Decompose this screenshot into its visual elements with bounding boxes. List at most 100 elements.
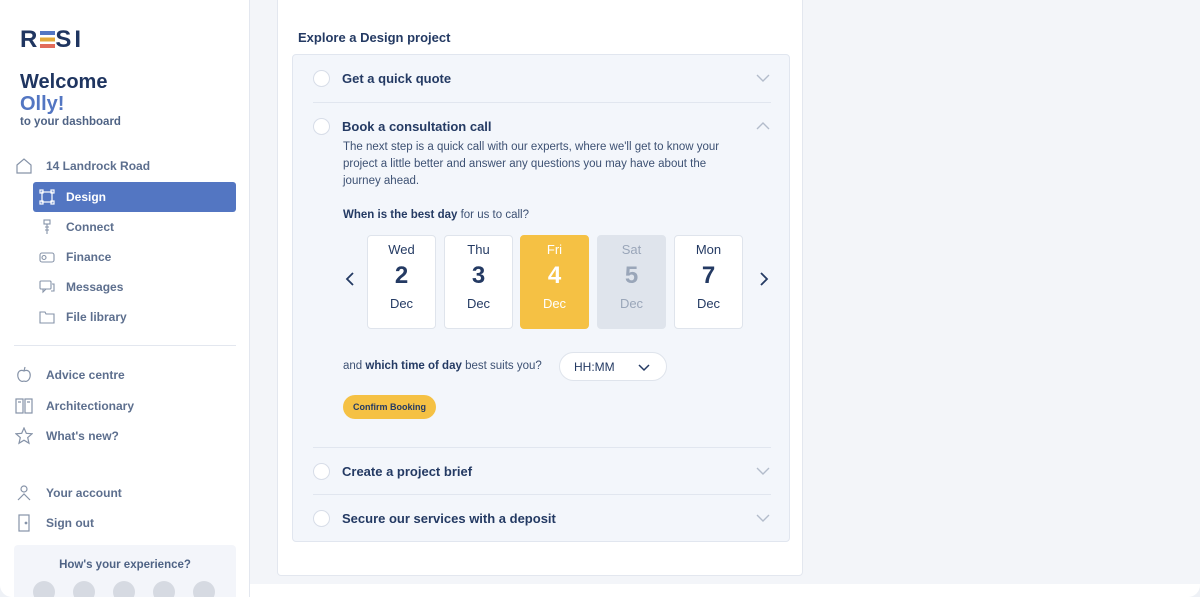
step-radio[interactable] bbox=[313, 509, 330, 527]
feedback-face-5-icon[interactable] bbox=[193, 581, 215, 597]
day-number: 2 bbox=[394, 262, 409, 289]
chevron-down-icon[interactable] bbox=[755, 463, 771, 479]
day-question-rest: for us to call? bbox=[457, 209, 529, 221]
person-icon bbox=[14, 483, 34, 503]
sidebar-item-label: Your account bbox=[46, 486, 122, 500]
step-label: Get a quick quote bbox=[342, 70, 452, 86]
card-title: Explore a Design project bbox=[298, 30, 451, 45]
day-option-thu-3[interactable]: Thu 3 Dec bbox=[444, 235, 513, 329]
chevron-right-icon[interactable] bbox=[755, 271, 771, 287]
sidebar-item-label: Sign out bbox=[46, 516, 94, 530]
sidebar: R SI Welcome Olly! to your dashboard 14 L… bbox=[0, 0, 250, 597]
experience-feedback: How's your experience? bbox=[14, 545, 236, 597]
day-option-sat-5: Sat 5 Dec bbox=[597, 235, 666, 329]
step-label: Secure our services with a deposit bbox=[342, 510, 556, 526]
logo-letter-s: S bbox=[55, 26, 75, 53]
day-month: Dec bbox=[696, 296, 721, 311]
welcome-subtitle: to your dashboard bbox=[20, 116, 121, 128]
day-number: 5 bbox=[624, 262, 639, 289]
confirm-booking-button[interactable]: Confirm Booking bbox=[343, 395, 436, 419]
feedback-face-4-icon[interactable] bbox=[153, 581, 175, 597]
day-of-week: Sat bbox=[621, 242, 642, 257]
step-create-project-brief[interactable]: Create a project brief bbox=[313, 448, 771, 494]
design-frame-icon bbox=[38, 188, 56, 206]
sidebar-item-connect[interactable]: Connect bbox=[33, 212, 236, 242]
chevron-down-icon[interactable] bbox=[755, 510, 771, 526]
resi-logo[interactable]: R SI bbox=[20, 26, 84, 54]
steps-accordion: Get a quick quote Book a consultation ca… bbox=[292, 54, 790, 542]
app-frame: R SI Welcome Olly! to your dashboard 14 L… bbox=[0, 0, 1200, 597]
sidebar-divider bbox=[14, 345, 236, 346]
sidebar-item-label: File library bbox=[66, 310, 127, 324]
feedback-face-3-icon[interactable] bbox=[113, 581, 135, 597]
bottom-panel-edge bbox=[250, 584, 1200, 597]
sidebar-item-label: Design bbox=[66, 190, 107, 204]
apple-icon bbox=[14, 365, 34, 385]
sidebar-item-label: Connect bbox=[66, 220, 114, 234]
day-option-wed-2[interactable]: Wed 2 Dec bbox=[367, 235, 436, 329]
sidebar-item-architectionary[interactable]: Architectionary bbox=[14, 392, 236, 420]
chevron-down-icon bbox=[638, 364, 650, 372]
day-month: Dec bbox=[619, 296, 644, 311]
sidebar-item-messages[interactable]: Messages bbox=[33, 272, 236, 302]
chevron-down-icon[interactable] bbox=[755, 70, 771, 86]
day-question: When is the best day for us to call? bbox=[343, 209, 529, 221]
day-number: 4 bbox=[547, 262, 562, 289]
sidebar-item-finance[interactable]: Finance bbox=[33, 242, 236, 272]
day-month: Dec bbox=[466, 296, 491, 311]
star-icon bbox=[14, 426, 34, 446]
sidebar-item-sign-out[interactable]: Sign out bbox=[14, 509, 236, 537]
sidebar-item-file-library[interactable]: File library bbox=[33, 302, 236, 332]
sidebar-item-whats-new[interactable]: What's new? bbox=[14, 422, 236, 450]
logo-letter-e bbox=[40, 26, 56, 53]
day-number: 7 bbox=[701, 262, 716, 289]
sidebar-item-label: Messages bbox=[66, 280, 124, 294]
experience-title: How's your experience? bbox=[59, 559, 191, 571]
day-of-week: Thu bbox=[467, 242, 490, 257]
house-icon bbox=[14, 156, 34, 176]
book-icon bbox=[14, 396, 34, 416]
time-question-post: best suits you? bbox=[461, 360, 542, 372]
sidebar-item-design[interactable]: Design bbox=[33, 182, 236, 212]
logo-letter-i: I bbox=[74, 26, 85, 53]
design-project-card: Explore a Design project Get a quick quo… bbox=[277, 0, 803, 576]
step-secure-services-deposit[interactable]: Secure our services with a deposit bbox=[313, 495, 771, 541]
step-label: Create a project brief bbox=[342, 463, 473, 479]
time-select-value: HH:MM bbox=[574, 359, 615, 374]
sidebar-item-label: What's new? bbox=[46, 429, 119, 443]
day-question-bold: When is the best day bbox=[343, 209, 458, 221]
door-icon bbox=[14, 513, 34, 533]
day-option-fri-4[interactable]: Fri 4 Dec bbox=[520, 235, 589, 329]
chevron-left-icon[interactable] bbox=[343, 271, 359, 287]
day-of-week: Fri bbox=[546, 242, 563, 257]
property-nav-item[interactable]: 14 Landrock Road bbox=[14, 152, 236, 180]
day-number: 3 bbox=[471, 262, 486, 289]
consultation-description: The next step is a quick call with our e… bbox=[343, 141, 720, 187]
step-radio[interactable] bbox=[313, 462, 330, 480]
feedback-face-2-icon[interactable] bbox=[73, 581, 95, 597]
day-month: Dec bbox=[542, 296, 567, 311]
property-label: 14 Landrock Road bbox=[46, 159, 151, 173]
finance-icon bbox=[38, 248, 56, 266]
time-question-pre: and bbox=[343, 360, 366, 372]
messages-icon bbox=[38, 278, 56, 296]
sidebar-item-label: Architectionary bbox=[46, 399, 135, 413]
day-of-week: Wed bbox=[388, 242, 415, 257]
sidebar-item-advice-centre[interactable]: Advice centre bbox=[14, 361, 236, 389]
time-question: and which time of day best suits you? bbox=[343, 360, 542, 372]
welcome-heading: Welcome bbox=[20, 71, 108, 93]
sidebar-item-label: Finance bbox=[66, 250, 112, 264]
folder-icon bbox=[38, 308, 56, 326]
sidebar-item-your-account[interactable]: Your account bbox=[14, 479, 236, 507]
day-month: Dec bbox=[389, 296, 414, 311]
day-option-mon-7[interactable]: Mon 7 Dec bbox=[674, 235, 743, 329]
step-radio[interactable] bbox=[313, 69, 330, 87]
step-get-quick-quote[interactable]: Get a quick quote bbox=[313, 55, 771, 101]
time-select[interactable]: HH:MM bbox=[559, 352, 667, 381]
day-of-week: Mon bbox=[695, 242, 722, 257]
step-radio[interactable] bbox=[313, 117, 330, 135]
chevron-up-icon[interactable] bbox=[755, 118, 771, 134]
feedback-face-1-icon[interactable] bbox=[33, 581, 55, 597]
step-label: Book a consultation call bbox=[342, 118, 492, 134]
connect-icon bbox=[38, 218, 56, 236]
